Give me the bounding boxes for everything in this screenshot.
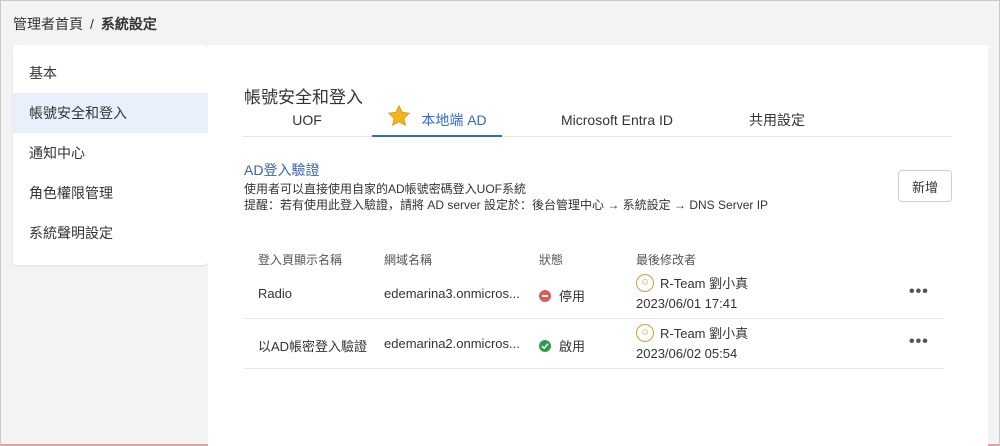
header-name: 登入頁顯示名稱	[258, 253, 343, 267]
tab-label: 共用設定	[749, 112, 805, 128]
tab-bar: UOF 本地端 AD Microsoft Entra ID 共用設定	[242, 104, 952, 137]
tab-microsoft-entra[interactable]: Microsoft Entra ID	[502, 107, 732, 137]
row-modifier: ☺ R-Team 劉小真 2023/06/02 05:54	[636, 319, 836, 369]
row-modifier: ☺ R-Team 劉小真 2023/06/01 17:41	[636, 269, 836, 319]
avatar: ☺	[636, 323, 654, 342]
check-icon	[539, 339, 551, 352]
sidebar-item-roles[interactable]: 角色權限管理	[13, 173, 208, 213]
star-icon	[387, 104, 411, 127]
reminder-line: 提醒：若有使用此登入驗證，請將 AD server 設定於：後台管理中心 → 系…	[244, 198, 769, 212]
table-row[interactable]: 以AD帳密登入驗證 edemarina2.onmicros... 啟用 ☺ R-…	[244, 319, 944, 369]
status-label: 停用	[559, 289, 586, 304]
modified-time: 2023/06/01 17:41	[636, 296, 738, 311]
row-status: 啟用	[539, 336, 585, 355]
tab-local-ad[interactable]: 本地端 AD	[372, 104, 502, 137]
section-title: AD登入驗證	[244, 162, 320, 178]
stop-icon	[539, 289, 551, 302]
tab-label: Microsoft Entra ID	[560, 112, 674, 128]
sidebar-item-notification[interactable]: 通知中心	[13, 133, 208, 173]
sidebar-item-statement[interactable]: 系統聲明設定	[13, 213, 208, 253]
modifier-name: R-Team 劉小真	[660, 326, 749, 341]
section-description: 使用者可以直接使用自家的AD帳號密碼登入UOF系統 提醒：若有使用此登入驗證，請…	[244, 181, 768, 213]
breadcrumb-current: 系統設定	[100, 16, 157, 32]
row-domain: edemarina3.onmicros...	[384, 286, 520, 301]
sidebar-item-basic[interactable]: 基本	[13, 53, 208, 93]
sidebar-item-account-security[interactable]: 帳號安全和登入	[13, 93, 208, 133]
sidebar: 基本 帳號安全和登入 通知中心 角色權限管理 系統聲明設定	[13, 45, 208, 265]
main-panel: 帳號安全和登入 UOF 本地端 AD Microsoft Entra ID 共用…	[208, 45, 988, 446]
page-title: 帳號安全和登入	[244, 88, 363, 107]
row-name: Radio	[258, 286, 292, 301]
breadcrumb-separator: /	[90, 16, 94, 32]
tab-uof[interactable]: UOF	[242, 107, 372, 137]
header-modifier: 最後修改者	[636, 253, 697, 267]
breadcrumb: 管理者首頁 / 系統設定	[13, 14, 157, 34]
description-line: 使用者可以直接使用自家的AD帳號密碼登入UOF系統	[244, 182, 527, 196]
row-name: 以AD帳密登入驗證	[258, 339, 368, 354]
status-label: 啟用	[559, 339, 586, 354]
header-domain: 網域名稱	[384, 253, 433, 267]
tab-label: UOF	[292, 112, 322, 128]
modifier-name: R-Team 劉小真	[660, 276, 749, 291]
table-header: 登入頁顯示名稱 網域名稱 狀態 最後修改者	[244, 245, 944, 269]
modified-time: 2023/06/02 05:54	[636, 346, 738, 361]
ad-table: 登入頁顯示名稱 網域名稱 狀態 最後修改者 Radio edemarina3.o…	[244, 245, 944, 369]
avatar: ☺	[636, 273, 654, 292]
table-row[interactable]: Radio edemarina3.onmicros... 停用 ☺ R-Team…	[244, 269, 944, 319]
row-status: 停用	[539, 286, 585, 305]
add-button[interactable]: 新增	[898, 170, 952, 202]
more-options-icon[interactable]: •••	[909, 333, 929, 351]
header-status: 狀態	[539, 253, 564, 267]
row-domain: edemarina2.onmicros...	[384, 336, 520, 351]
more-options-icon[interactable]: •••	[909, 283, 929, 301]
breadcrumb-home[interactable]: 管理者首頁	[13, 14, 83, 34]
tab-shared-settings[interactable]: 共用設定	[732, 107, 822, 137]
